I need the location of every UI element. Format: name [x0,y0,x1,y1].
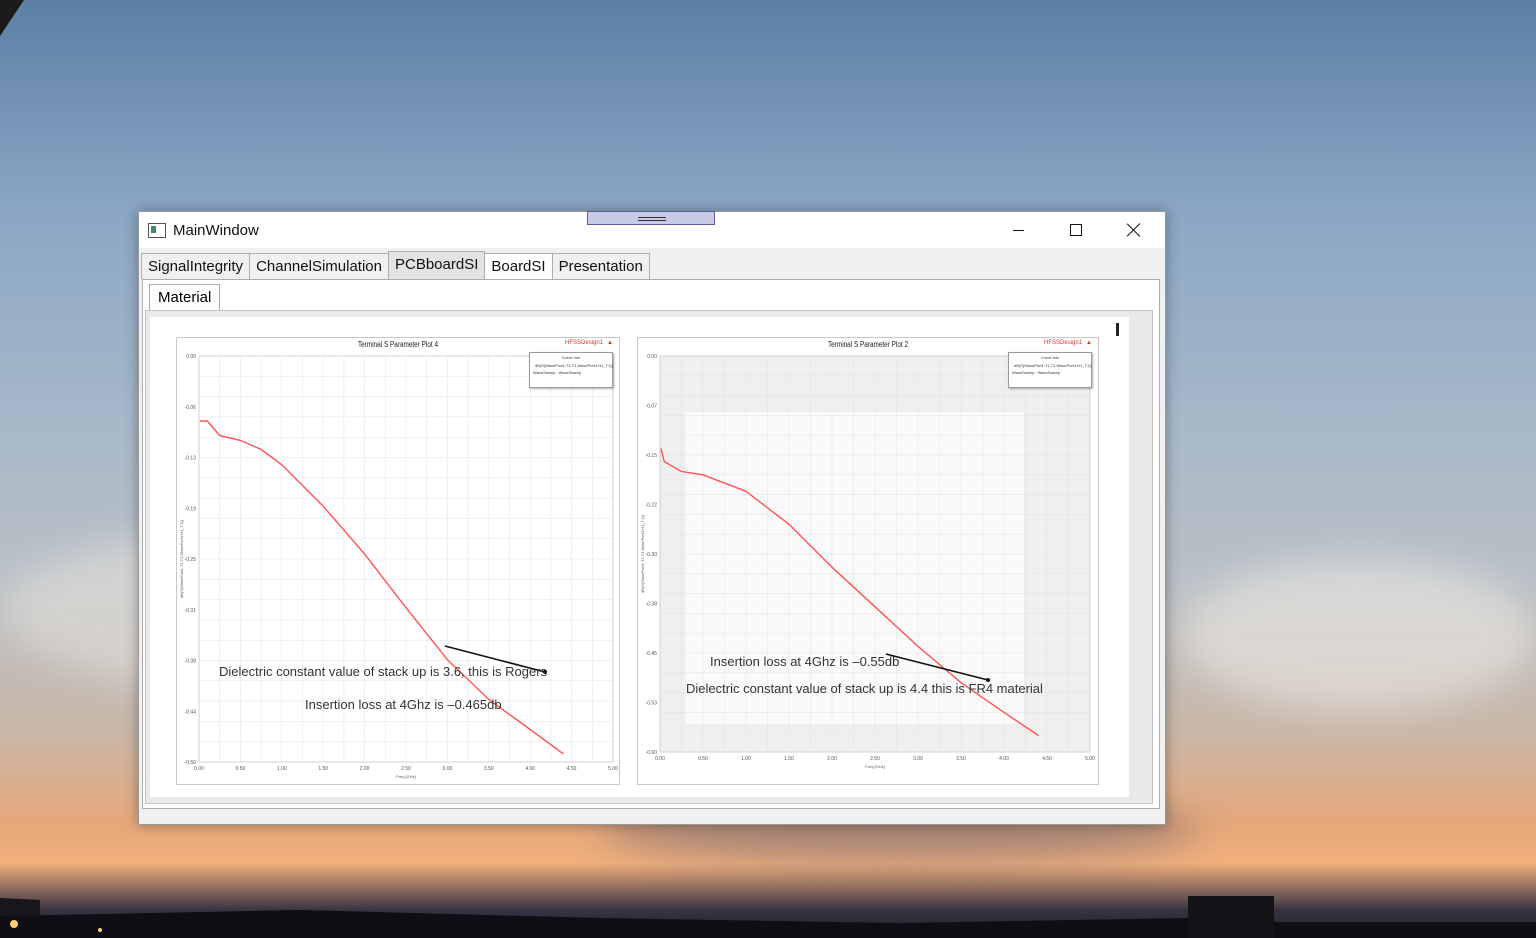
y-tick-label: -0.60 [646,750,658,756]
legend-entry: dB(S(WavePort1:T1,T1,WavePort1:H1_T1)) [1012,363,1092,368]
x-tick-label: 2.50 [870,756,880,762]
x-tick-label: 4.50 [567,766,577,772]
y-tick-label: -0.50 [185,760,197,766]
x-tick-label: 3.50 [956,756,966,762]
y-axis-label: dB(S(WavePort1:T1,T1,WavePort1:H1_T1)) [179,519,184,598]
maximize-icon [1070,224,1082,236]
tab-panel: Material 0.00 0.50 1.00 1.50 2.00 2.50 3.00 3.5… [142,279,1160,809]
plot-image-area: 0.00 0.50 1.00 1.50 2.00 2.50 3.00 3.50 4.00 4.50… [150,317,1129,797]
y-tick-label: -0.07 [646,404,658,410]
maximize-button[interactable] [1047,212,1105,248]
screen-corner [0,0,24,36]
city-skyline [0,896,1536,938]
x-tick-label: 2.00 [827,756,837,762]
y-tick-label: -0.13 [185,456,197,462]
y-tick-label: -0.53 [646,701,658,707]
x-tick-label: 1.00 [741,756,751,762]
legend-entry: dB(S(WavePort1:T1,T1,WavePort1:H1_T1)) [533,363,613,368]
tab-signalintegrity[interactable]: SignalIntegrity [141,253,251,279]
y-tick-label: -0.25 [185,557,197,563]
legend-entry-label: dB(S(WavePort1:T1,T1,WavePort1:H1_T1)) [1014,363,1092,368]
x-tick-label: 0.50 [236,766,246,772]
x-tick-label: 0.50 [698,756,708,762]
y-tick-label: -0.30 [646,552,658,558]
plot-legend[interactable]: Curve Info dB(S(WavePort1:T1,T1,WavePort… [1008,352,1092,388]
main-window: MainWindow SignalIntegrity ChannelSimula… [138,211,1166,825]
y-tick-label: -0.38 [646,602,658,608]
plot-legend[interactable]: Curve Info dB(S(WavePort1:T1,T1,WavePort… [529,352,613,388]
x-tick-label: 1.50 [318,766,328,772]
material-panel: 0.00 0.50 1.00 1.50 2.00 2.50 3.00 3.50 4.00 4.50… [145,310,1153,804]
legend-sweep: WaveSweep : WaveSweep [1012,370,1060,375]
window-title: MainWindow [173,222,259,239]
plot-design-tag: HFSSDesign1 ▲ [1040,340,1092,346]
y-tick-label: -0.38 [185,659,197,665]
y-tick-label: -0.19 [185,506,197,512]
x-tick-label: 3.00 [443,766,453,772]
y-tick-label: 0.00 [647,354,657,360]
design-name: HFSSDesign1 [565,340,604,346]
annotation-insertion-loss: Insertion loss at 4Ghz is –0.55db [710,654,900,669]
minimize-button[interactable] [989,212,1047,248]
y-tick-label: 0.00 [186,354,196,360]
cloud [1180,560,1536,710]
main-tabbar: SignalIntegrity ChannelSimulation PCBboa… [141,251,650,280]
tab-boardsi[interactable]: BoardSI [484,253,553,279]
s-parameter-plot-4: 0.00 0.50 1.00 1.50 2.00 2.50 3.00 3.50 4.00 4.50… [176,337,620,785]
marker-icon: ▲ [607,340,613,346]
s-parameter-plot-2: 0.00 0.50 1.00 1.50 2.00 2.50 3.00 3.50 4.00 4.50… [637,337,1099,785]
y-tick-label: -0.15 [646,453,658,459]
title-bar[interactable]: MainWindow [139,211,1165,248]
plot-inner-area [686,412,1024,724]
y-tick-label: -0.06 [185,405,197,411]
plot-2-canvas: 0.00 0.50 1.00 1.50 2.00 2.50 3.00 3.50 4.00 4.50… [640,354,1095,769]
x-tick-label: 5.00 [1085,756,1095,762]
tab-pcbboardsi[interactable]: PCBboardSI [387,251,486,279]
minimize-icon [1012,229,1024,231]
x-tick-label: 3.00 [913,756,923,762]
legend-sweep: WaveSweep : WaveSweep [533,370,581,375]
x-tick-label: 2.00 [360,766,370,772]
x-tick-label: 1.00 [277,766,287,772]
annotation-dielectric: Dielectric constant value of stack up is… [219,664,548,679]
x-tick-label: 5.00 [608,766,618,772]
tab-presentation[interactable]: Presentation [551,253,650,279]
legend-title: Curve Info [561,355,581,360]
plot-4-canvas: 0.00 0.50 1.00 1.50 2.00 2.50 3.00 3.50 4.00 4.50… [179,354,618,779]
y-tick-label: -0.44 [185,709,197,715]
y-axis-label: dB(S(WavePort1:T1,T1,WavePort1:H1_T1)) [640,514,645,593]
x-tick-label: 3.50 [484,766,494,772]
close-button[interactable] [1105,212,1163,248]
y-tick-label: -0.22 [646,503,658,509]
x-tick-label: 4.00 [525,766,535,772]
tab-material[interactable]: Material [149,284,221,310]
x-axis-label: Freq [GHz] [396,774,416,779]
legend-entry-label: dB(S(WavePort1:T1,T1,WavePort1:H1_T1)) [535,363,613,368]
legend-title: Curve Info [1040,355,1060,360]
x-tick-label: 0.00 [655,756,665,762]
marker-icon: ▲ [1086,340,1092,346]
plot-design-tag: HFSSDesign1 ▲ [561,340,613,346]
annotation-dielectric: Dielectric constant value of stack up is… [686,681,1043,696]
plot-title: Terminal S Parameter Plot 4 [357,340,439,349]
annotation-insertion-loss: Insertion loss at 4Ghz is –0.465db [305,697,502,712]
y-tick-label: -0.45 [646,651,658,657]
x-tick-label: 4.00 [999,756,1009,762]
design-name: HFSSDesign1 [1044,340,1083,346]
x-tick-label: 2.50 [401,766,411,772]
scroll-indicator[interactable] [1116,323,1119,336]
drag-handle[interactable] [587,211,715,225]
app-icon [148,223,166,238]
x-tick-label: 1.50 [784,756,794,762]
y-tick-label: -0.31 [185,608,197,614]
close-icon [1127,223,1141,237]
x-tick-label: 4.50 [1042,756,1052,762]
x-axis-label: Freq [GHz] [865,764,885,769]
x-tick-label: 0.00 [194,766,204,772]
plot-title: Terminal S Parameter Plot 2 [827,340,909,349]
tab-channelsimulation[interactable]: ChannelSimulation [249,253,389,279]
